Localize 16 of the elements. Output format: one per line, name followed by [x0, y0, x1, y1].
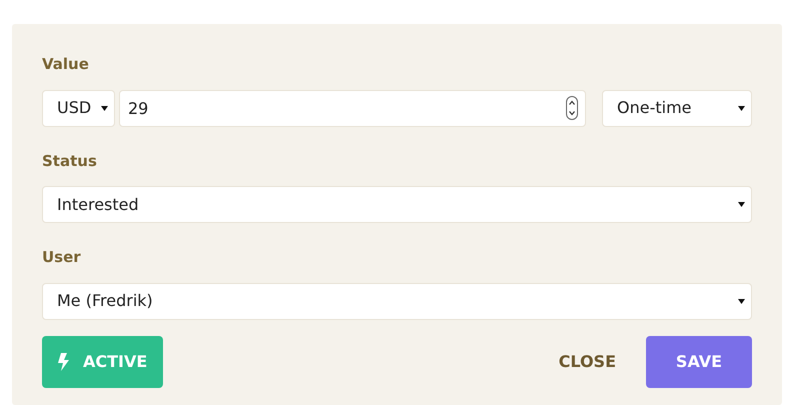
field-label: Status: [42, 150, 97, 172]
lightning-icon: [58, 352, 69, 370]
caret-icon: [738, 202, 745, 207]
spinner-icon[interactable]: [566, 96, 578, 120]
caret-icon: [738, 298, 745, 304]
select-field[interactable]: Me (Fredrik): [42, 282, 752, 320]
caret-icon: [738, 106, 745, 110]
select-field[interactable]: One-time: [602, 90, 752, 126]
field-label: User: [42, 247, 81, 268]
amount-field[interactable]: 29: [119, 90, 586, 126]
caret-icon: [101, 106, 108, 110]
close-button[interactable]: CLOSE: [558, 350, 616, 374]
select-field[interactable]: USD: [42, 90, 115, 126]
select-field[interactable]: Interested: [42, 186, 752, 223]
field-label: Value: [42, 54, 89, 75]
save-button[interactable]: SAVE: [646, 336, 752, 388]
